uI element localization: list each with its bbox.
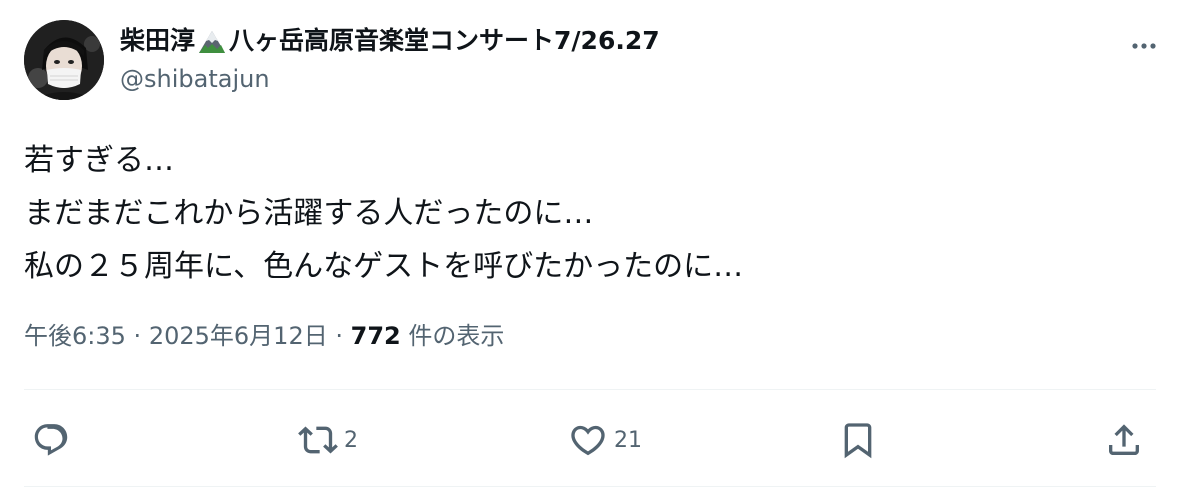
bookmark-button[interactable] [838, 410, 878, 470]
more-icon [1131, 35, 1157, 54]
tweet-text: 若すぎる… まだまだこれから活躍する人だったのに… 私の２５周年に、色んなゲスト… [24, 134, 1164, 293]
display-name-suffix: 八ヶ岳高原音楽堂コンサート7/26.27 [229, 26, 660, 55]
tweet-card: 柴田淳 八ヶ岳高原音楽堂コンサート7/26.27 @shibatajun 若すぎ… [0, 0, 1200, 499]
avatar[interactable] [24, 20, 104, 100]
retweet-icon [298, 420, 338, 460]
like-button[interactable]: 21 [568, 410, 642, 470]
views-label: 件の表示 [408, 322, 505, 350]
tweet-line: 私の２５周年に、色んなゲストを呼びたかったのに… [24, 249, 744, 284]
meta-separator: · [133, 322, 142, 350]
display-name-prefix: 柴田淳 [120, 26, 196, 55]
reply-button[interactable] [32, 410, 76, 470]
tweet-line: まだまだこれから活躍する人だったのに… [24, 196, 594, 231]
divider [24, 486, 1156, 487]
meta-separator: · [335, 322, 343, 350]
retweet-count: 2 [344, 427, 358, 453]
action-bar: 2 21 [24, 410, 1156, 470]
share-icon [1104, 420, 1144, 460]
like-count: 21 [614, 427, 642, 453]
author-info: 柴田淳 八ヶ岳高原音楽堂コンサート7/26.27 @shibatajun [120, 24, 660, 96]
divider [24, 389, 1156, 390]
like-icon [568, 420, 608, 460]
more-button[interactable] [1124, 24, 1164, 64]
views-count: 772 [350, 322, 401, 350]
share-button[interactable] [1104, 410, 1144, 470]
display-name[interactable]: 柴田淳 八ヶ岳高原音楽堂コンサート7/26.27 [120, 24, 660, 58]
author-handle[interactable]: @shibatajun [120, 62, 660, 96]
tweet-line: 若すぎる… [24, 143, 174, 178]
tweet-date[interactable]: 2025年6月12日 [149, 322, 328, 350]
tweet-header: 柴田淳 八ヶ岳高原音楽堂コンサート7/26.27 @shibatajun [24, 20, 1164, 104]
mountain-emoji-icon [197, 27, 227, 55]
tweet-meta: 午後6:35 · 2025年6月12日 · 772 件の表示 [24, 318, 504, 354]
bookmark-icon [838, 420, 878, 460]
retweet-button[interactable]: 2 [298, 410, 358, 470]
tweet-time[interactable]: 午後6:35 [24, 322, 126, 350]
reply-icon [32, 421, 70, 459]
